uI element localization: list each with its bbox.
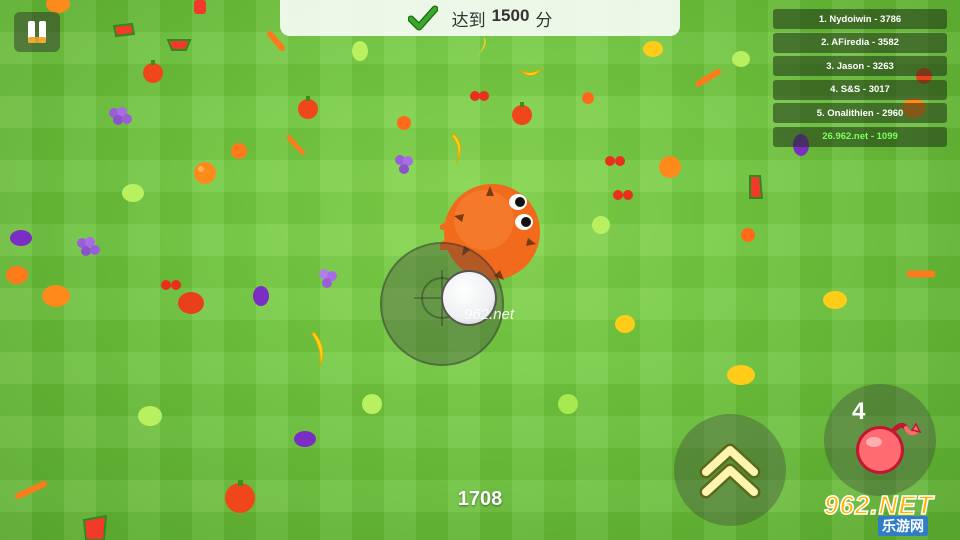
fruit-tomato — [225, 480, 255, 513]
boost-button[interactable] — [674, 414, 786, 526]
watermark-sub: 乐游网 — [878, 516, 928, 536]
fruit-tomato — [178, 292, 204, 314]
leaderboard-row-self: 26.962.net - 1099 — [773, 126, 947, 147]
fruit-eggplant — [294, 431, 316, 447]
leaderboard-row: 2. AFiredia - 3582 — [773, 32, 947, 53]
fruit-grapes — [77, 237, 100, 256]
player-name-label: 962.net — [464, 306, 515, 323]
leaderboard: 1. Nydoiwin - 3786 2. AFiredia - 3582 3.… — [773, 9, 947, 150]
fruit-cherries — [613, 190, 633, 200]
fruit-watermelon — [166, 39, 192, 51]
fruit-grapes — [109, 107, 132, 125]
fruit-pear — [732, 51, 750, 67]
fruit-strawberry — [582, 92, 594, 104]
fruit-carrot — [286, 134, 306, 156]
fruit-banana — [451, 133, 461, 165]
fruit-pear — [362, 394, 382, 414]
double-chevron-up-icon — [699, 443, 761, 499]
goal-text: 达到 1500 分 — [452, 6, 553, 31]
fruit-watermelon — [112, 22, 136, 38]
fruit-orange — [659, 156, 681, 178]
fruit-strawberry — [231, 143, 247, 159]
fruit-orange — [6, 266, 28, 284]
fruit-cherries — [161, 280, 181, 290]
leaderboard-row: 3. Jason - 3263 — [773, 56, 947, 76]
fruit-pear — [122, 184, 144, 202]
bomb-icon — [856, 422, 922, 474]
fruit-lemon — [643, 41, 663, 57]
fruit-orange — [42, 285, 70, 307]
fruit-lemon — [823, 291, 847, 309]
fruit-pear — [592, 216, 610, 234]
fruit-watermelon — [749, 175, 764, 199]
leaderboard-row: 4. S&S - 3017 — [773, 79, 947, 100]
fruit-tomato — [194, 0, 206, 14]
goal-banner: 达到 1500 分 — [280, 0, 680, 36]
fruit-banana — [311, 331, 324, 367]
fruit-cherries — [470, 91, 489, 101]
check-icon — [407, 5, 438, 31]
fruit-pear — [352, 41, 368, 61]
fruit-tomato — [143, 60, 163, 83]
fruit-strawberry — [397, 116, 411, 130]
fruit-watermelon — [82, 514, 108, 540]
fruit-lemon — [615, 315, 635, 333]
fruit-eggplant — [253, 286, 269, 306]
fruit-carrot — [906, 270, 936, 278]
fruit-tomato — [298, 96, 318, 119]
pause-button[interactable] — [14, 12, 60, 52]
fruit-cherries — [605, 156, 625, 166]
fruit-grapes — [395, 155, 413, 174]
fruit-pear — [138, 406, 162, 426]
leaderboard-row: 1. Nydoiwin - 3786 — [773, 9, 947, 29]
fruit-orange — [194, 162, 216, 184]
leaderboard-row: 5. Onalithien - 2960 — [773, 103, 947, 123]
goal-prefix: 达到 — [451, 10, 486, 30]
fruit-grapes — [319, 269, 337, 288]
fruit-lemon — [727, 365, 755, 385]
fruit-eggplant — [10, 230, 32, 246]
goal-suffix: 分 — [535, 10, 553, 30]
fruit-pear — [558, 394, 578, 414]
pause-icon — [28, 21, 46, 43]
fruit-carrot — [696, 69, 721, 87]
fruit-carrot — [15, 481, 47, 499]
goal-target: 1500 — [491, 5, 530, 25]
fruit-banana — [519, 67, 543, 76]
bomb-count: 4 — [852, 398, 866, 425]
fruit-banana — [476, 36, 486, 56]
fruit-strawberry — [741, 228, 755, 242]
bomb-button[interactable] — [824, 384, 936, 496]
player-score: 1708 — [457, 488, 503, 510]
watermark-logo: 962.NET 乐游网 — [820, 489, 954, 536]
fruit-tomato — [512, 102, 532, 125]
